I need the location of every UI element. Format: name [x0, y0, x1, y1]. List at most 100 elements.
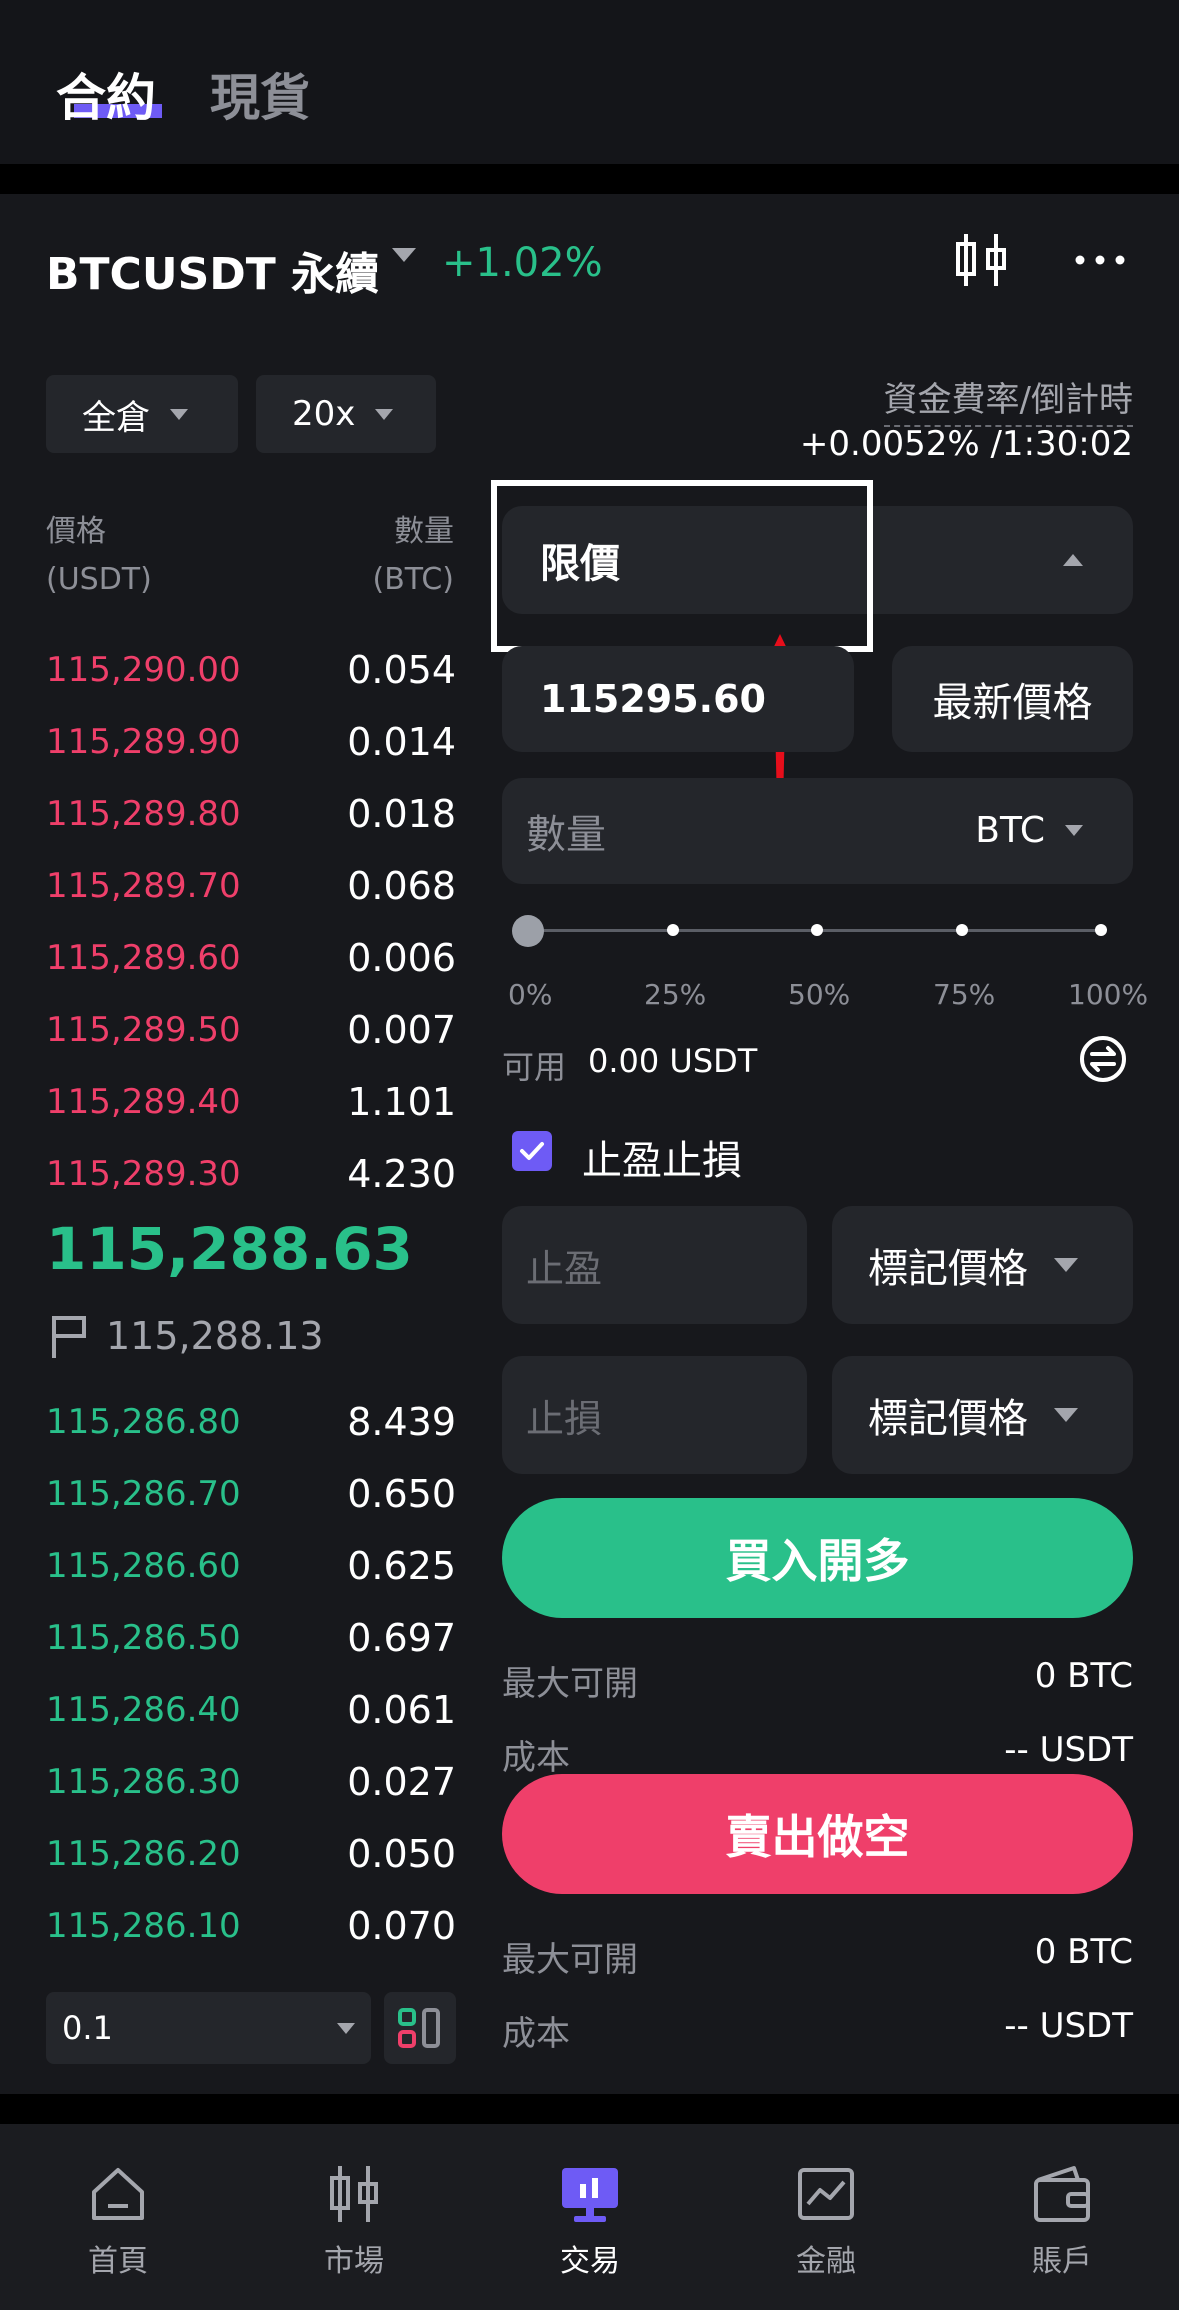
symbol-title[interactable]: BTCUSDT 永續: [46, 238, 379, 302]
ask-row[interactable]: 115,289.30 4.230: [46, 1138, 456, 1210]
available-label: 可用: [502, 1048, 567, 1086]
slider-mark-label: 100%: [1068, 978, 1149, 1011]
bid-price: 115,286.20: [46, 1834, 241, 1874]
ask-row[interactable]: 115,289.80 0.018: [46, 778, 456, 850]
price-input[interactable]: 115295.60: [502, 646, 854, 752]
bid-qty: 0.625: [347, 1544, 456, 1588]
orderbook-layout-icon[interactable]: [384, 1992, 456, 2064]
ask-qty: 4.230: [347, 1152, 456, 1196]
tpsl-label[interactable]: 止盈止損: [582, 1128, 742, 1186]
bid-qty: 0.050: [347, 1832, 456, 1876]
chevron-up-icon: [1063, 554, 1083, 566]
sell-short-button[interactable]: 賣出做空: [502, 1774, 1133, 1894]
slider-stop-100[interactable]: [1095, 924, 1107, 936]
quantity-unit-label: BTC: [975, 810, 1045, 851]
buy-max-label: 最大可開: [502, 1664, 638, 1704]
nav-finance[interactable]: 金融: [708, 2124, 944, 2310]
nav-home[interactable]: 首頁: [0, 2124, 236, 2310]
bid-price: 115,286.40: [46, 1690, 241, 1730]
candlestick-chart-icon[interactable]: [952, 230, 1012, 290]
bid-row[interactable]: 115,286.60 0.625: [46, 1530, 456, 1602]
buy-long-button[interactable]: 買入開多: [502, 1498, 1133, 1618]
latest-price-button[interactable]: 最新價格: [892, 646, 1133, 752]
nav-trade[interactable]: 交易: [472, 2124, 708, 2310]
funding-rate-label[interactable]: 資金費率/倒計時: [883, 372, 1133, 427]
ask-price: 115,290.00: [46, 650, 241, 690]
top-tab-bar: 合約 現貨: [0, 0, 1179, 164]
bid-price: 115,286.80: [46, 1402, 241, 1442]
ask-price: 115,289.30: [46, 1154, 241, 1194]
price-value: 115295.60: [540, 677, 766, 721]
bottom-nav: 首頁 市場 交易 金融 賬戶: [0, 2124, 1179, 2310]
sell-max-value: 0 BTC: [1034, 1932, 1133, 1972]
price-header-unit: (USDT): [46, 562, 152, 597]
bid-qty: 0.027: [347, 1760, 456, 1804]
ask-row[interactable]: 115,289.60 0.006: [46, 922, 456, 994]
bid-qty: 0.650: [347, 1472, 456, 1516]
qty-header-label: 數量: [394, 514, 454, 549]
ask-row[interactable]: 115,289.70 0.068: [46, 850, 456, 922]
bid-qty: 0.697: [347, 1616, 456, 1660]
stop-loss-trigger-label: 標記價格: [868, 1396, 1028, 1442]
nav-label: 賬戶: [1032, 2244, 1092, 2279]
buy-max-value: 0 BTC: [1034, 1656, 1133, 1696]
ask-row[interactable]: 115,289.90 0.014: [46, 706, 456, 778]
bid-row[interactable]: 115,286.70 0.650: [46, 1458, 456, 1530]
candlestick-icon: [330, 2166, 378, 2222]
ask-price: 115,289.60: [46, 938, 241, 978]
take-profit-trigger-select[interactable]: 標記價格: [832, 1206, 1133, 1324]
bid-row[interactable]: 115,286.10 0.070: [46, 1890, 456, 1962]
tab-spot[interactable]: 現貨: [210, 58, 310, 130]
take-profit-trigger-label: 標記價格: [868, 1246, 1028, 1292]
ask-row[interactable]: 115,289.40 1.101: [46, 1066, 456, 1138]
leverage-label: 20x: [292, 394, 356, 434]
ask-qty: 1.101: [347, 1080, 456, 1124]
bid-qty: 0.061: [347, 1688, 456, 1732]
tab-contract[interactable]: 合約: [56, 58, 156, 130]
slider-stop-25[interactable]: [667, 924, 679, 936]
bid-row[interactable]: 115,286.50 0.697: [46, 1602, 456, 1674]
ask-qty: 0.006: [347, 936, 456, 980]
ask-qty: 0.018: [347, 792, 456, 836]
more-options-icon[interactable]: [1070, 250, 1130, 270]
divider: [0, 164, 1179, 194]
last-price[interactable]: 115,288.63: [46, 1215, 413, 1283]
stop-loss-placeholder: 止損: [526, 1396, 603, 1441]
bid-row[interactable]: 115,286.80 8.439: [46, 1386, 456, 1458]
tpsl-checkbox[interactable]: [512, 1131, 552, 1171]
slider-mark-label: 25%: [644, 978, 707, 1011]
take-profit-input[interactable]: 止盈: [502, 1206, 807, 1324]
symbol-dropdown-icon[interactable]: [392, 248, 416, 262]
ask-qty: 0.054: [347, 648, 456, 692]
bid-row[interactable]: 115,286.20 0.050: [46, 1818, 456, 1890]
ask-price: 115,289.50: [46, 1010, 241, 1050]
quantity-input[interactable]: 數量 BTC: [502, 778, 1133, 884]
bid-row[interactable]: 115,286.30 0.027: [46, 1746, 456, 1818]
slider-stop-75[interactable]: [956, 924, 968, 936]
stop-loss-trigger-select[interactable]: 標記價格: [832, 1356, 1133, 1474]
quantity-slider-handle[interactable]: [512, 915, 544, 947]
annotation-highlight-box: [491, 480, 873, 652]
bid-price: 115,286.60: [46, 1546, 241, 1586]
margin-mode-select[interactable]: 全倉: [46, 375, 238, 453]
available-value: 0.00 USDT: [588, 1042, 758, 1080]
bid-price: 115,286.10: [46, 1906, 241, 1946]
nav-market[interactable]: 市場: [236, 2124, 472, 2310]
nav-account[interactable]: 賬戶: [944, 2124, 1179, 2310]
bid-row[interactable]: 115,286.40 0.061: [46, 1674, 456, 1746]
ask-row[interactable]: 115,289.50 0.007: [46, 994, 456, 1066]
ask-row[interactable]: 115,290.00 0.054: [46, 634, 456, 706]
trade-icon: [562, 2168, 618, 2222]
slider-stop-50[interactable]: [811, 924, 823, 936]
bid-qty: 8.439: [347, 1400, 456, 1444]
price-change: +1.02%: [442, 240, 603, 286]
mark-price: 115,288.13: [106, 1314, 324, 1358]
nav-label: 首頁: [88, 2244, 148, 2279]
sell-cost-value: -- USDT: [1004, 2006, 1133, 2046]
stop-loss-input[interactable]: 止損: [502, 1356, 807, 1474]
leverage-select[interactable]: 20x: [256, 375, 436, 453]
transfer-icon[interactable]: [1078, 1034, 1128, 1084]
ask-qty: 0.068: [347, 864, 456, 908]
precision-select[interactable]: 0.1: [46, 1992, 371, 2064]
quantity-unit-select[interactable]: BTC: [975, 810, 1083, 851]
